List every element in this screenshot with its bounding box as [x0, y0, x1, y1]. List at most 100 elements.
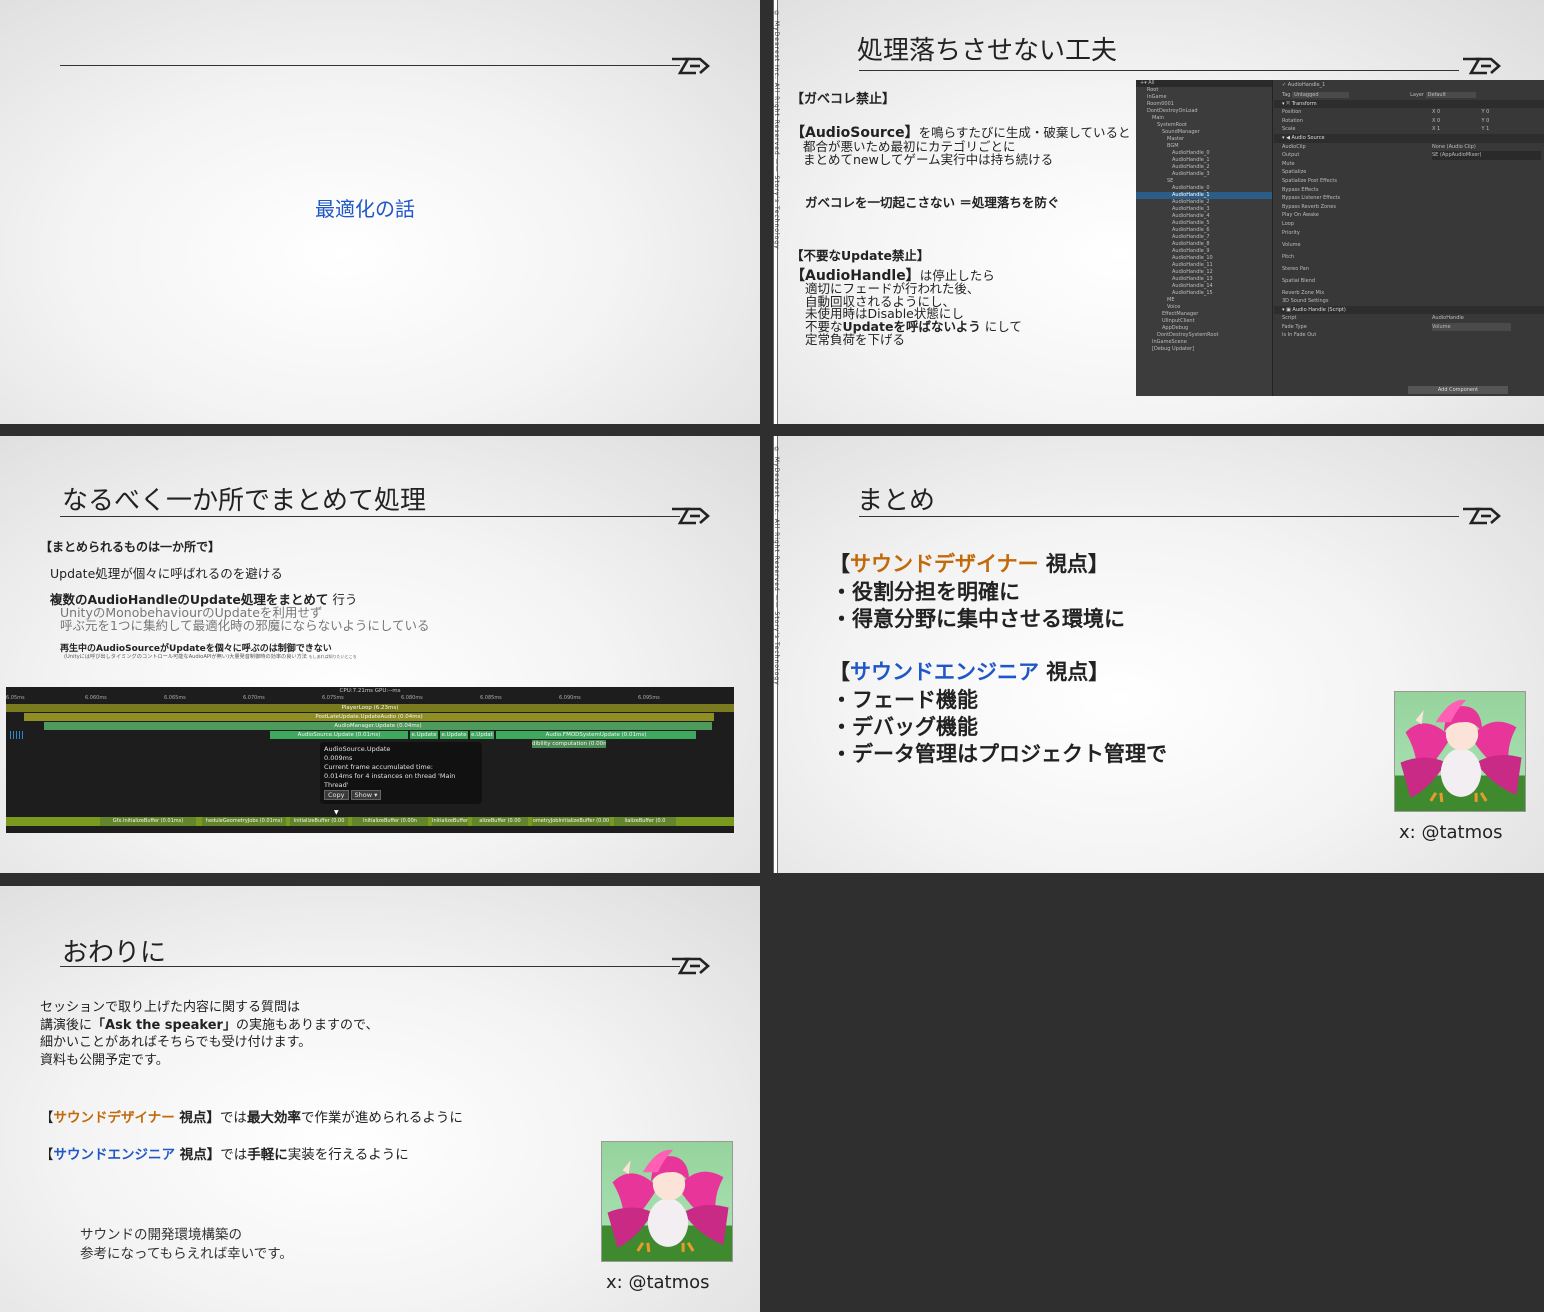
hierarchy-item[interactable]: SoundManager — [1136, 129, 1272, 136]
hierarchy-item[interactable]: DontDestroyOnLoad — [1136, 108, 1272, 115]
hierarchy-item[interactable]: Main — [1136, 115, 1272, 122]
render-bar[interactable]: lializeBuffer (0.0 — [614, 817, 676, 826]
hierarchy-toolbar[interactable]: +▾ All — [1136, 80, 1272, 87]
hierarchy-item[interactable]: AudioHandle_4 — [1136, 213, 1272, 220]
gc-summary: ガベコレを一切起こさない ＝処理落ちを防ぐ — [805, 195, 1060, 210]
audio-source-prop[interactable]: Stereo Pan — [1274, 265, 1544, 277]
slide-4[interactable]: © MyDearest Inc. All Right Reserved —— S… — [773, 436, 1544, 873]
hierarchy-item[interactable]: AudioHandle_15 — [1136, 290, 1272, 297]
fmod-bar[interactable]: Audio.FMODSystemUpdate (0.01ms) — [496, 731, 696, 739]
hierarchy-item[interactable]: InGameScene — [1136, 339, 1272, 346]
playerloop-bar[interactable]: PlayerLoop (6.23ms) — [6, 704, 734, 712]
hierarchy-item[interactable]: AudioHandle_2 — [1136, 164, 1272, 171]
audio-source-header[interactable]: ▾ ◀ Audio Source — [1274, 133, 1544, 143]
hierarchy-item[interactable]: EffectManager — [1136, 311, 1272, 318]
audio-source-prop[interactable]: Bypass Effects — [1274, 186, 1544, 195]
render-bar[interactable]: ometryJobInitializeBuffer (0.00 — [532, 817, 610, 826]
postlate-bar[interactable]: PostLateUpdate.UpdateAudio (0.04ms) — [24, 713, 714, 721]
hierarchy-item[interactable]: BGM — [1136, 143, 1272, 150]
transform-header[interactable]: ▾ ⤧ Transform — [1274, 99, 1544, 109]
hierarchy-item[interactable]: DontDestroySystemRoot — [1136, 332, 1272, 339]
audio-source-prop[interactable]: Bypass Listener Effects — [1274, 194, 1544, 203]
hierarchy-item[interactable]: AudioHandle_1 — [1136, 192, 1272, 199]
profiler-tooltip[interactable]: AudioSource.Update 0.009ms Current frame… — [320, 742, 482, 804]
hierarchy-item[interactable]: AudioHandle_8 — [1136, 241, 1272, 248]
marker-caret-icon: ▼ — [334, 809, 339, 816]
hierarchy-item[interactable]: AudioHandle_13 — [1136, 276, 1272, 283]
hierarchy-item[interactable]: AudioHandle_0 — [1136, 185, 1272, 192]
audio-source-prop[interactable]: 3D Sound Settings — [1274, 297, 1544, 306]
p-line-4: 資料も公開予定です。 — [40, 1052, 169, 1068]
update-heading: 【不要なUpdate禁止】 — [791, 248, 930, 263]
audiosource-bar-3[interactable]: e.Update — [440, 731, 468, 739]
gc-heading: 【ガベコレ禁止】 — [791, 92, 896, 107]
render-bar[interactable]: heduleGeometryJobs (0.01ms) — [202, 817, 286, 826]
show-button[interactable]: Show ▾ — [350, 790, 382, 800]
hierarchy-item[interactable]: AudioHandle_12 — [1136, 269, 1272, 276]
audiosource-bar[interactable]: AudioSource.Update (0.01ms) — [270, 731, 408, 739]
profiler-timeline[interactable]: CPU:7.21ms GPU:--ms 6.05ms 6.060ms 6.065ms… — [6, 687, 734, 833]
hierarchy-item[interactable]: AppDebug — [1136, 325, 1272, 332]
slide-1[interactable]: 最適化の話 — [0, 0, 760, 424]
slide-3[interactable]: なるべく一か所でまとめて処理 【まとめられるものは一か所で】 Update処理が… — [0, 436, 760, 873]
audibility-bar[interactable]: dibility computation (0.00n — [532, 740, 606, 748]
hierarchy-item[interactable]: AudioHandle_2 — [1136, 199, 1272, 206]
audio-source-prop[interactable]: Spatialize Post Effects — [1274, 177, 1544, 186]
slide-5[interactable]: おわりに セッションで取り上げた内容に関する質問は 講演後に「Ask the s… — [0, 886, 760, 1312]
render-bar[interactable]: InitializeBuffer (0.00n — [352, 817, 428, 826]
tick-label: 6.075ms — [322, 695, 344, 701]
hierarchy-item[interactable]: Root — [1136, 87, 1272, 94]
audio-source-prop[interactable]: Play On Awake — [1274, 211, 1544, 220]
hierarchy-item[interactable]: AudioHandle_10 — [1136, 255, 1272, 262]
hierarchy-item[interactable]: AudioHandle_3 — [1136, 206, 1272, 213]
render-bar[interactable]: InitializeBuffer (0.00 — [290, 817, 348, 826]
engineer-item-2: ・デバッグ機能 — [831, 715, 978, 739]
position-row: Position X 0 Y 0 — [1282, 109, 1490, 116]
audio-source-prop[interactable]: Reverb Zone Mix — [1274, 289, 1544, 298]
hierarchy-item[interactable]: SystemRoot — [1136, 122, 1272, 129]
hierarchy-item[interactable]: ME — [1136, 297, 1272, 304]
hierarchy-item[interactable]: UIInputClient — [1136, 318, 1272, 325]
script-header[interactable]: ▾ ▣ Audio Handle (Script) — [1274, 305, 1544, 315]
hierarchy-item[interactable]: AudioHandle_3 — [1136, 171, 1272, 178]
brand-logo-icon — [1461, 506, 1501, 526]
hierarchy-item[interactable]: Master — [1136, 136, 1272, 143]
audio-source-prop[interactable]: Mute — [1274, 160, 1544, 169]
audio-source-prop[interactable]: Volume — [1274, 241, 1544, 253]
render-bar[interactable]: alizeBuffer (0.00 — [472, 817, 528, 826]
hierarchy-item[interactable]: AudioHandle_1 — [1136, 157, 1272, 164]
tick-label: 6.085ms — [480, 695, 502, 701]
hierarchy-item[interactable]: [Debug Updater] — [1136, 346, 1272, 353]
gc-line-1: を鳴らすたびに生成・破棄していると — [918, 125, 1131, 140]
audio-source-prop[interactable]: Spatial Blend — [1274, 277, 1544, 289]
audiosource-bar-4[interactable]: e.Updat — [470, 731, 494, 739]
hierarchy-search[interactable]: All — [1148, 80, 1154, 86]
hierarchy-item[interactable]: Room0001 — [1136, 101, 1272, 108]
audioclip-row: AudioClip None (Audio Clip) — [1282, 143, 1476, 150]
add-component-button[interactable]: Add Component — [1408, 386, 1508, 394]
hierarchy-item[interactable]: AudioHandle_6 — [1136, 227, 1272, 234]
hierarchy-item[interactable]: AudioHandle_11 — [1136, 262, 1272, 269]
audio-source-prop[interactable]: Spatialize — [1274, 168, 1544, 177]
audiomanager-bar[interactable]: AudioManager.Update (0.04ms) — [44, 722, 712, 730]
copy-button[interactable]: Copy — [324, 790, 349, 800]
hierarchy-item[interactable]: Voice — [1136, 304, 1272, 311]
closing-line-2: 参考になってもらえれば幸いです。 — [80, 1246, 293, 1262]
hierarchy-item[interactable]: AudioHandle_9 — [1136, 248, 1272, 255]
hierarchy-item[interactable]: SE — [1136, 178, 1272, 185]
audio-source-prop[interactable]: Pitch — [1274, 253, 1544, 265]
hierarchy-item[interactable]: AudioHandle_5 — [1136, 220, 1272, 227]
hierarchy-item[interactable]: AudioHandle_0 — [1136, 150, 1272, 157]
audio-source-prop[interactable]: Priority — [1274, 229, 1544, 241]
hierarchy-item[interactable]: InGame — [1136, 94, 1272, 101]
audio-source-prop[interactable]: Bypass Reverb Zones — [1274, 203, 1544, 212]
hierarchy-item[interactable]: AudioHandle_7 — [1136, 234, 1272, 241]
hierarchy-item[interactable]: AudioHandle_14 — [1136, 283, 1272, 290]
tooltip-detail: 0.014ms for 4 instances on thread 'Main … — [324, 772, 456, 789]
audio-source-prop[interactable]: Loop — [1274, 220, 1544, 229]
slide-2[interactable]: © MyDearest Inc. All Right Reserved —— S… — [773, 0, 1544, 424]
render-bar[interactable]: Gfx.InitializeBuffer (0.01ms) — [100, 817, 196, 826]
render-bar[interactable]: InitializeBuffer (0.00 — [432, 817, 468, 826]
audiosource-bar-2[interactable]: e.Update — [410, 731, 438, 739]
avatar-image — [1394, 691, 1526, 812]
